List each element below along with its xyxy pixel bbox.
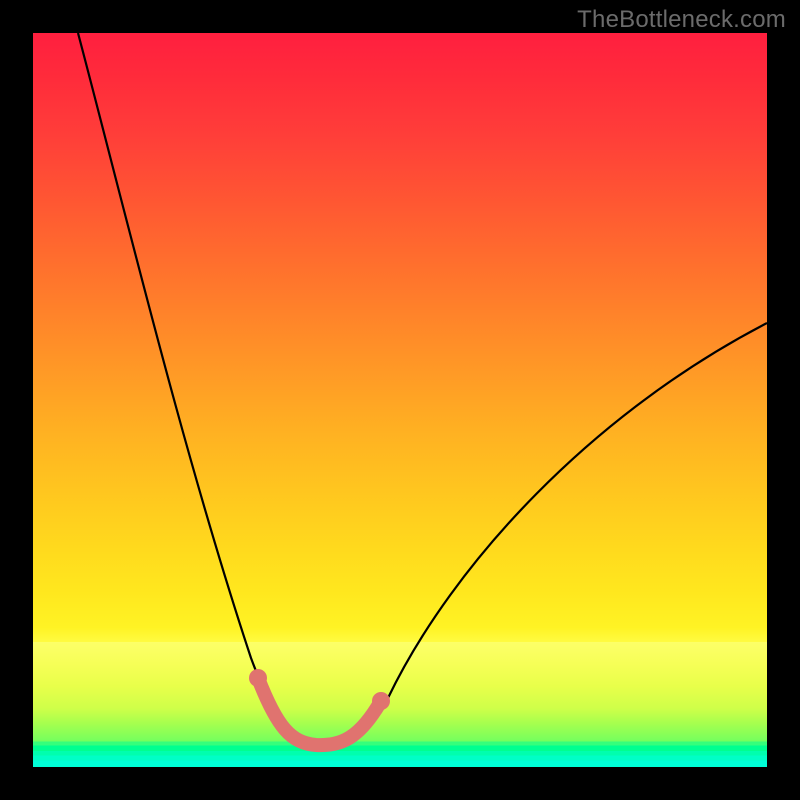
- watermark-text: TheBottleneck.com: [577, 6, 786, 34]
- optimal-range-dot-right: [372, 692, 390, 710]
- optimal-range-dot-left: [249, 669, 267, 687]
- optimal-range-highlight: [258, 678, 381, 745]
- curve-line: [78, 33, 767, 747]
- chart-frame: TheBottleneck.com: [0, 0, 800, 800]
- plot-area: [33, 33, 767, 767]
- bottleneck-curve: [33, 33, 767, 767]
